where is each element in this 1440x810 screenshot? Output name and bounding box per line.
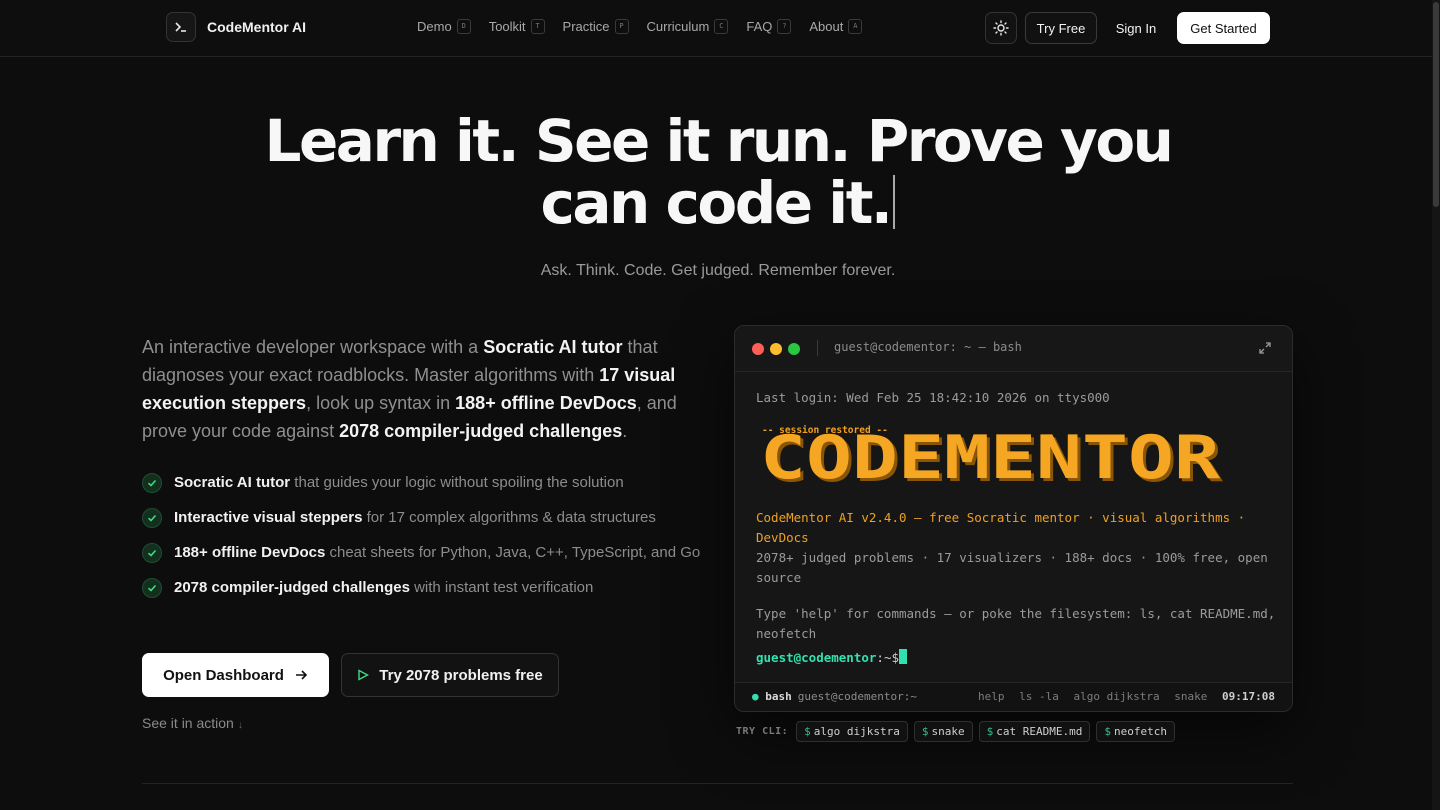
prompt-line[interactable]: guest@codementor:~$ xyxy=(756,648,1276,668)
try-free-button[interactable]: Try Free xyxy=(1025,12,1097,44)
hero-title: Learn it. See it run. Prove you can code… xyxy=(0,110,1436,234)
shortcut-key-badge: A xyxy=(848,19,863,34)
status-host: guest@codementor:~ xyxy=(797,690,917,703)
shortcut-key-badge: D xyxy=(456,19,471,34)
sun-icon xyxy=(993,20,1009,36)
hero-tagline: Ask. Think. Code. Get judged. Remember f… xyxy=(540,262,896,279)
intro-paragraph: An interactive developer workspace with … xyxy=(142,337,677,441)
titlebar-divider xyxy=(817,340,818,356)
nav-link-faq[interactable]: FAQ? xyxy=(746,19,792,34)
feature-item: 2078 compiler-judged challenges with ins… xyxy=(142,577,702,598)
close-window-dot[interactable] xyxy=(752,343,764,355)
nav-links: Demo D Toolkit T Practice P Curriculum C FAQ… xyxy=(417,19,880,34)
typing-caret xyxy=(893,175,896,229)
open-dashboard-button[interactable]: Open Dashboard xyxy=(142,653,329,697)
check-icon xyxy=(142,578,162,598)
sign-in-button[interactable]: Sign In xyxy=(1106,12,1166,44)
terminal-title: guest@codementor: ~ — bash xyxy=(834,340,1022,354)
cli-chip-snake[interactable]: $ snake xyxy=(913,721,973,742)
ascii-banner-text: CODEMENTOR xyxy=(760,423,1221,492)
cli-chip-algo-dijkstra[interactable]: $ algo dijkstra xyxy=(796,721,908,742)
feature-item: Socratic AI tutor that guides your logic… xyxy=(142,472,702,493)
version-line: CodeMentor AI v2.4.0 — free Socratic men… xyxy=(756,510,1246,545)
theme-toggle-button[interactable] xyxy=(985,12,1017,44)
status-hint-snake[interactable]: snake xyxy=(1174,690,1207,703)
cli-chip-cat-readme[interactable]: $ cat README.md xyxy=(978,721,1091,742)
maximize-window-dot[interactable] xyxy=(788,343,800,355)
see-in-action-link[interactable]: See it in action ↓ xyxy=(142,715,243,731)
codementor-ascii-banner: -- session restored -- CODEMENTOR CODEME… xyxy=(756,422,1276,498)
shortcut-key-badge: ? xyxy=(777,19,792,34)
prompt-path: :~$ xyxy=(876,650,899,665)
section-divider xyxy=(142,783,1293,784)
nav-link-demo[interactable]: Demo D xyxy=(417,19,471,34)
terminal-output: Last login: Wed Feb 25 18:42:10 2026 on … xyxy=(756,388,1276,668)
feature-list: Socratic AI tutor that guides your logic… xyxy=(142,472,702,612)
try-cli-row: TRY CLI: $ algo dijkstra $ snake $ cat READ… xyxy=(736,721,1181,742)
nav-link-about[interactable]: About A xyxy=(809,19,863,34)
hero-title-line1: Learn it. See it run. Prove you xyxy=(264,107,1174,175)
status-hint-algo[interactable]: algo dijkstra xyxy=(1074,690,1160,703)
prompt-user: guest@codementor xyxy=(756,650,877,665)
feature-item: Interactive visual steppers for 17 compl… xyxy=(142,507,702,528)
status-clock: 09:17:08 xyxy=(1222,690,1275,703)
stats-line: 2078+ judged problems · 17 visualizers ·… xyxy=(756,550,1268,585)
terminal-status-bar: ● bash guest@codementor:~ help ls -la alg… xyxy=(735,682,1292,711)
feature-item: 188+ offline DevDocs cheat sheets for Py… xyxy=(142,542,702,563)
brand-name: CodeMentor AI xyxy=(207,19,307,35)
status-hint-ls[interactable]: ls -la xyxy=(1019,690,1059,703)
try-cli-label: TRY CLI: xyxy=(736,726,789,737)
arrow-down-icon: ↓ xyxy=(237,720,243,731)
help-line: Type 'help' for commands — or poke the f… xyxy=(756,606,1276,641)
minimize-window-dot[interactable] xyxy=(770,343,782,355)
expand-icon[interactable] xyxy=(1258,341,1272,355)
status-shell: bash xyxy=(765,690,792,703)
status-hint-help[interactable]: help xyxy=(978,690,1005,703)
try-problems-button[interactable]: Try 2078 problems free xyxy=(341,653,559,697)
terminal-titlebar: guest@codementor: ~ — bash xyxy=(735,326,1292,372)
shortcut-key-badge: T xyxy=(530,19,545,34)
last-login-line: Last login: Wed Feb 25 18:42:10 2026 on … xyxy=(756,390,1110,405)
brand-logo-link[interactable]: CodeMentor AI xyxy=(166,12,306,42)
terminal-prompt-icon xyxy=(166,12,196,42)
shortcut-key-badge: P xyxy=(614,19,629,34)
nav-link-toolkit[interactable]: Toolkit T xyxy=(489,19,545,34)
check-icon xyxy=(142,543,162,563)
nav-link-practice[interactable]: Practice P xyxy=(563,19,629,34)
check-icon xyxy=(142,508,162,528)
nav-link-curriculum[interactable]: Curriculum C xyxy=(647,19,729,34)
hero-title-line2: can code it. xyxy=(0,172,1436,234)
shortcut-key-badge: C xyxy=(714,19,729,34)
check-icon xyxy=(142,473,162,493)
terminal-cursor xyxy=(899,649,907,664)
get-started-button[interactable]: Get Started xyxy=(1177,12,1270,44)
play-icon xyxy=(358,669,370,681)
terminal-window[interactable]: guest@codementor: ~ — bash Last login: W… xyxy=(734,325,1293,712)
top-navbar: CodeMentor AI Demo D Toolkit T Practice P C… xyxy=(0,0,1440,57)
arrow-right-icon xyxy=(295,670,308,680)
status-dot-icon: ● xyxy=(752,690,766,703)
cli-chip-neofetch[interactable]: $ neofetch xyxy=(1096,721,1175,742)
